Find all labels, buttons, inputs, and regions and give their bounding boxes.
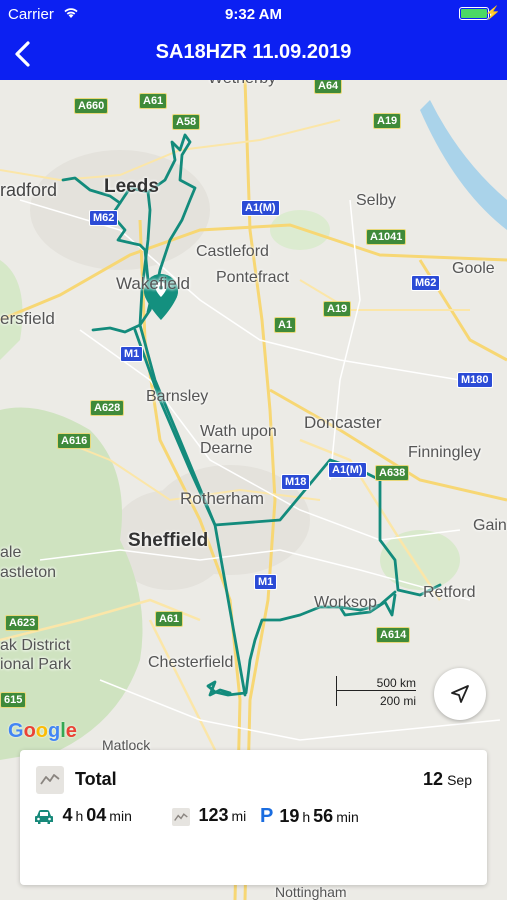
road-shield: A616 bbox=[57, 433, 92, 449]
road-shield: A628 bbox=[90, 400, 125, 416]
road-shield: A58 bbox=[172, 114, 201, 130]
map-scale: 500 km 200 mi bbox=[336, 676, 416, 710]
road-shield: M180 bbox=[457, 372, 493, 388]
navigation-arrow-icon bbox=[451, 685, 469, 703]
park-hours-unit: h bbox=[302, 809, 311, 825]
place-pontefract: Pontefract bbox=[216, 269, 289, 286]
road-shield: A19 bbox=[373, 113, 402, 129]
road-shield: M18 bbox=[281, 474, 311, 490]
road-shield: M1 bbox=[254, 574, 278, 590]
road-shield: A614 bbox=[376, 627, 411, 643]
trend-chart-icon bbox=[172, 807, 190, 826]
place-retford: Retford bbox=[423, 584, 476, 601]
road-shield: A660 bbox=[74, 98, 109, 114]
road-shield: M62 bbox=[411, 275, 441, 291]
place-dale: ale bbox=[0, 544, 22, 561]
place-doncaster: Doncaster bbox=[304, 413, 382, 432]
place-nottingham: Nottingham bbox=[275, 884, 347, 900]
place-wath-label: Wath upon Dearne bbox=[200, 423, 277, 457]
charging-icon: ⚡ bbox=[484, 5, 501, 20]
place-wakefield: Wakefield bbox=[116, 274, 191, 293]
road-shield: A1 bbox=[274, 317, 297, 333]
drive-hours: 4 bbox=[62, 805, 73, 825]
summary-date-month: Sep bbox=[447, 772, 472, 788]
drive-minutes: 04 bbox=[86, 805, 107, 825]
parking-time-stat: P 19 h 56 min bbox=[260, 805, 362, 829]
summary-stats: 4 h 04 min 123 mi P 19 h 56 min bbox=[34, 805, 474, 829]
road-shield: A64 bbox=[314, 80, 343, 94]
road-shield: 615 bbox=[0, 692, 27, 708]
google-logo: Google bbox=[8, 720, 77, 742]
road-shield: A638 bbox=[375, 465, 410, 481]
trip-summary-card[interactable]: Total 12 Sep 4 h 04 min 123 mi P 19 h 56 min bbox=[20, 750, 487, 885]
distance-stat: 123 mi bbox=[172, 805, 249, 829]
place-castleton: astleton bbox=[0, 564, 57, 581]
road-shield: M62 bbox=[89, 210, 119, 226]
place-castleford: Castleford bbox=[196, 243, 269, 260]
drive-time-stat: 4 h 04 min bbox=[34, 805, 135, 829]
park-minutes-unit: min bbox=[336, 809, 359, 825]
place-gainsborough: Gain bbox=[473, 517, 507, 534]
road-shield: A1(M) bbox=[328, 462, 367, 478]
place-wath: Wath upon Dearne bbox=[200, 423, 277, 457]
status-bar: Carrier 9:32 AM ⚡ bbox=[0, 0, 507, 28]
scale-tick bbox=[336, 676, 337, 706]
road-shield: M1 bbox=[120, 346, 144, 362]
summary-title: Total bbox=[75, 769, 117, 789]
place-goole: Goole bbox=[452, 260, 495, 277]
place-huddersfield: ersfield bbox=[0, 309, 55, 328]
place-chesterfield: Chesterfield bbox=[148, 654, 234, 671]
place-finningley: Finningley bbox=[408, 444, 481, 461]
place-barnsley: Barnsley bbox=[146, 388, 209, 405]
clock: 9:32 AM bbox=[225, 6, 282, 23]
summary-date-day: 12 bbox=[423, 769, 444, 789]
locate-button[interactable] bbox=[434, 668, 486, 720]
scale-bar bbox=[336, 690, 416, 691]
place-peak-district: ak District ional Park bbox=[0, 636, 71, 674]
distance-unit: mi bbox=[231, 808, 247, 824]
road-shield: A19 bbox=[323, 301, 352, 317]
place-bradford: radford bbox=[0, 180, 58, 200]
place-wetherby: Wetherby bbox=[208, 80, 276, 88]
road-shield: A61 bbox=[155, 611, 184, 627]
parking-icon: P bbox=[260, 805, 274, 827]
place-worksop: Worksop bbox=[314, 594, 377, 611]
park-hours: 19 bbox=[279, 806, 300, 826]
park-minutes: 56 bbox=[313, 806, 334, 826]
scale-mi: 200 mi bbox=[379, 694, 416, 708]
page-title: SA18HZR 11.09.2019 bbox=[155, 41, 352, 63]
scale-km: 500 km bbox=[376, 676, 416, 690]
road-shield: A623 bbox=[5, 615, 40, 631]
road-shield: A61 bbox=[139, 93, 168, 109]
place-peak-district-label: ak District ional Park bbox=[0, 637, 72, 673]
road-shield: A1(M) bbox=[241, 200, 280, 216]
distance-value: 123 bbox=[198, 805, 229, 825]
place-selby: Selby bbox=[356, 192, 397, 209]
navigation-bar: SA18HZR 11.09.2019 bbox=[0, 28, 507, 80]
drive-minutes-unit: min bbox=[109, 808, 132, 824]
trend-chart-icon bbox=[36, 766, 64, 794]
place-rotherham: Rotherham bbox=[180, 489, 265, 508]
place-sheffield: Sheffield bbox=[128, 530, 209, 551]
summary-date: 12 Sep bbox=[423, 769, 472, 790]
place-leeds: Leeds bbox=[104, 176, 159, 197]
road-shield: A1041 bbox=[366, 229, 407, 245]
car-icon bbox=[35, 809, 53, 824]
drive-hours-unit: h bbox=[75, 808, 84, 824]
